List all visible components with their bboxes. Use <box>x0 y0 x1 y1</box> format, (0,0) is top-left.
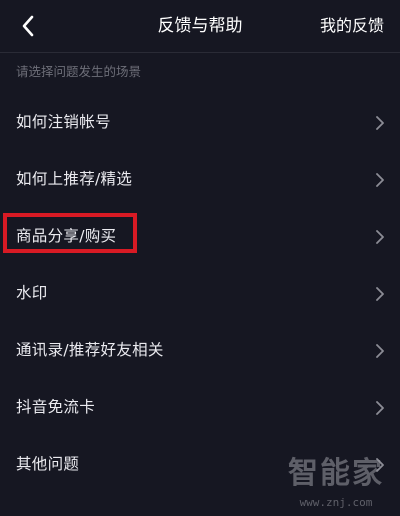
list-item-cancel-account[interactable]: 如何注销帐号 <box>0 94 400 151</box>
chevron-right-icon <box>376 287 384 301</box>
list-item-other-issues[interactable]: 其他问题 <box>0 436 400 493</box>
header-divider <box>0 52 400 53</box>
list-item-watermark[interactable]: 水印 <box>0 265 400 322</box>
section-hint: 请选择问题发生的场景 <box>16 64 142 79</box>
chevron-right-icon <box>376 173 384 187</box>
list-item-get-recommended[interactable]: 如何上推荐/精选 <box>0 151 400 208</box>
list-item-label: 水印 <box>16 284 48 302</box>
issue-list: 如何注销帐号 如何上推荐/精选 商品分享/购买 水印 通讯录/推荐好友相关 抖音… <box>0 94 400 493</box>
chevron-right-icon <box>376 230 384 244</box>
list-item-label: 通讯录/推荐好友相关 <box>16 341 164 359</box>
chevron-left-icon <box>22 15 34 37</box>
list-item-label: 如何上推荐/精选 <box>16 170 133 188</box>
list-item-label: 其他问题 <box>16 455 80 473</box>
chevron-right-icon <box>376 344 384 358</box>
list-item-contacts-friends[interactable]: 通讯录/推荐好友相关 <box>0 322 400 379</box>
watermark-url: www.znj.com <box>299 496 373 509</box>
list-item-label: 商品分享/购买 <box>16 227 117 245</box>
list-item-product-share-purchase[interactable]: 商品分享/购买 <box>0 208 400 265</box>
header-bar: 反馈与帮助 我的反馈 <box>0 0 400 52</box>
back-button[interactable] <box>14 12 42 40</box>
chevron-right-icon <box>376 458 384 472</box>
list-item-label: 抖音免流卡 <box>16 398 96 416</box>
chevron-right-icon <box>376 116 384 130</box>
list-item-label: 如何注销帐号 <box>16 113 111 131</box>
chevron-right-icon <box>376 401 384 415</box>
list-item-data-free-card[interactable]: 抖音免流卡 <box>0 379 400 436</box>
my-feedback-button[interactable]: 我的反馈 <box>320 0 384 52</box>
